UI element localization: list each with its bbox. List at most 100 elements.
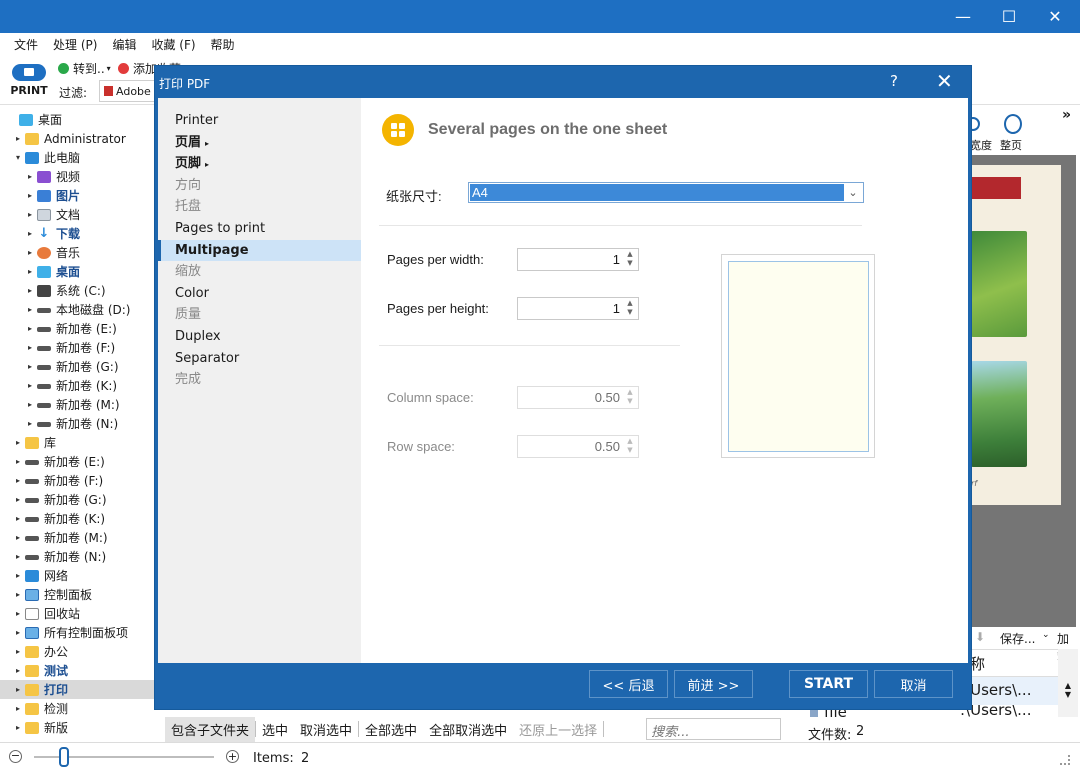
tree-item[interactable]: ▸ 音乐 xyxy=(0,243,154,262)
expand-arrow-icon[interactable]: ▸ xyxy=(25,229,35,238)
tree-item[interactable]: ▸ 打印 xyxy=(0,680,154,699)
nav-item[interactable]: Separator xyxy=(158,348,361,369)
expand-arrow-icon[interactable]: ▸ xyxy=(25,267,35,276)
tree-item[interactable]: ▸ 新加卷 (M:) xyxy=(0,395,154,414)
fit-width-label[interactable]: 宽度 xyxy=(970,137,992,153)
expand-arrow-icon[interactable]: ▸ xyxy=(13,571,23,580)
nav-item[interactable]: Duplex xyxy=(158,326,361,347)
include-subfolders-toggle[interactable]: 包含子文件夹 xyxy=(165,716,256,742)
tree-item[interactable]: ▸ 检测 xyxy=(0,699,154,718)
next-button[interactable]: 前进 >> xyxy=(674,670,753,698)
tree-item[interactable]: ▸ 文档 xyxy=(0,205,154,224)
maximize-button[interactable]: ☐ xyxy=(986,0,1032,33)
full-page-icon[interactable] xyxy=(1004,114,1022,134)
nav-item[interactable]: Multipage xyxy=(158,239,361,261)
expand-arrow-icon[interactable]: ▸ xyxy=(25,286,35,295)
nav-item[interactable]: 托盘 xyxy=(158,196,361,217)
goto-button[interactable]: 转到.. ▾ xyxy=(58,60,111,77)
more-tools-button[interactable]: » xyxy=(1062,107,1071,123)
expand-arrow-icon[interactable]: ▸ xyxy=(25,419,35,428)
expand-arrow-icon[interactable]: ▸ xyxy=(13,685,23,694)
expand-arrow-icon[interactable]: ▸ xyxy=(13,628,23,637)
column-space-stepper[interactable]: 0.50 ▲ ▼ xyxy=(517,386,639,409)
tree-item[interactable]: ▾ 此电脑 xyxy=(0,148,154,167)
spinner-arrows-icon[interactable]: ▲ ▼ xyxy=(624,437,636,456)
spinner-arrows-icon[interactable]: ▲ ▼ xyxy=(624,299,636,318)
scroll-up-icon[interactable]: ▲ xyxy=(1058,681,1078,690)
expand-arrow-icon[interactable]: ▸ xyxy=(25,248,35,257)
tree-item[interactable]: ▸ 新加卷 (N:) xyxy=(0,414,154,433)
tree-item[interactable]: ▸ 系统 (C:) xyxy=(0,281,154,300)
tree-item[interactable]: ▸ ↓ 下载 xyxy=(0,224,154,243)
tree-item[interactable]: 桌面 xyxy=(0,110,154,129)
save-button[interactable]: 保存... xyxy=(1000,630,1035,647)
pages-per-height-stepper[interactable]: 1 ▲ ▼ xyxy=(517,297,639,320)
deselect-button[interactable]: 取消选中 xyxy=(294,720,358,739)
cancel-button[interactable]: 取消 xyxy=(874,670,953,698)
tree-item[interactable]: ▸ 桌面 xyxy=(0,262,154,281)
nav-item[interactable]: 缩放 xyxy=(158,261,361,282)
tree-item[interactable]: ▸ 新加卷 (K:) xyxy=(0,509,154,528)
expand-arrow-icon[interactable]: ▸ xyxy=(25,343,35,352)
tree-item[interactable]: ▸ 新加卷 (N:) xyxy=(0,547,154,566)
menu-process[interactable]: 处理 (P) xyxy=(53,36,97,53)
expand-arrow-icon[interactable]: ▸ xyxy=(25,400,35,409)
tree-item[interactable]: ▸ 网络 xyxy=(0,566,154,585)
menu-edit[interactable]: 编辑 xyxy=(112,36,136,53)
tree-item[interactable]: ▸ 新加卷 (G:) xyxy=(0,357,154,376)
close-button[interactable]: ✕ xyxy=(1032,0,1078,33)
tree-item[interactable]: ▸ 新加卷 (E:) xyxy=(0,319,154,338)
expand-arrow-icon[interactable]: ▸ xyxy=(13,723,23,732)
expand-arrow-icon[interactable]: ▸ xyxy=(25,172,35,181)
column-header-name[interactable]: 称 xyxy=(960,649,1058,677)
tree-item[interactable]: ▸ 所有控制面板项 xyxy=(0,623,154,642)
tree-item[interactable]: ▸ 视频 xyxy=(0,167,154,186)
expand-arrow-icon[interactable]: ▸ xyxy=(25,324,35,333)
tree-item[interactable]: ▸ 图片 xyxy=(0,186,154,205)
spinner-arrows-icon[interactable]: ▲ ▼ xyxy=(624,250,636,269)
start-button[interactable]: START xyxy=(789,670,868,698)
expand-arrow-icon[interactable]: ▸ xyxy=(13,134,23,143)
table-row[interactable]: :\Users\... xyxy=(960,705,1058,717)
vertical-scrollbar[interactable]: ▲ ▼ xyxy=(1058,649,1078,717)
tree-item[interactable]: ▸ 新版 xyxy=(0,718,154,737)
deselect-all-button[interactable]: 全部取消选中 xyxy=(423,720,513,739)
window-title-bar[interactable]: — ☐ ✕ xyxy=(0,0,1080,33)
tree-item[interactable]: ▸ 新加卷 (E:) xyxy=(0,452,154,471)
tree-item[interactable]: ▸ Administrator xyxy=(0,129,154,148)
zoom-in-icon[interactable]: + xyxy=(226,750,239,763)
chevron-down-icon[interactable]: ⌄ xyxy=(1042,630,1050,640)
tree-item[interactable]: ▸ 测试 xyxy=(0,661,154,680)
expand-arrow-icon[interactable]: ▸ xyxy=(13,647,23,656)
full-page-label[interactable]: 整页 xyxy=(1000,137,1022,153)
expand-arrow-icon[interactable]: ▸ xyxy=(13,438,23,447)
menu-file[interactable]: 文件 xyxy=(14,36,38,53)
restore-selection-button[interactable]: 还原上一选择 xyxy=(513,720,603,739)
expanded-arrow-icon[interactable]: ▾ xyxy=(13,153,23,162)
tree-item[interactable]: ▸ 控制面板 xyxy=(0,585,154,604)
spinner-arrows-icon[interactable]: ▲ ▼ xyxy=(624,388,636,407)
expand-arrow-icon[interactable]: ▸ xyxy=(25,191,35,200)
paper-size-select[interactable]: A4 ⌄ xyxy=(468,182,864,203)
nav-item[interactable]: Pages to print xyxy=(158,218,361,239)
minimize-button[interactable]: — xyxy=(940,0,986,33)
tree-item[interactable]: ▸ 回收站 xyxy=(0,604,154,623)
expand-arrow-icon[interactable]: ▸ xyxy=(13,590,23,599)
nav-item[interactable]: Printer xyxy=(158,110,361,131)
dialog-close-button[interactable]: ✕ xyxy=(936,69,953,93)
resize-grip-icon[interactable] xyxy=(1060,755,1070,765)
nav-item[interactable]: 页眉 ▸ xyxy=(158,132,361,153)
zoom-out-icon[interactable]: − xyxy=(9,750,22,763)
expand-arrow-icon[interactable]: ▸ xyxy=(13,533,23,542)
expand-arrow-icon[interactable]: ▸ xyxy=(25,362,35,371)
nav-item[interactable]: 完成 xyxy=(158,369,361,390)
expand-arrow-icon[interactable]: ▸ xyxy=(13,704,23,713)
help-icon[interactable]: ? xyxy=(890,72,898,90)
table-row[interactable]: :\Users\... xyxy=(960,677,1058,705)
tree-item[interactable]: ▸ 办公 xyxy=(0,642,154,661)
tree-item[interactable]: ▸ 新加卷 (K:) xyxy=(0,376,154,395)
expand-arrow-icon[interactable]: ▸ xyxy=(13,609,23,618)
row-space-stepper[interactable]: 0.50 ▲ ▼ xyxy=(517,435,639,458)
nav-item[interactable]: Color xyxy=(158,283,361,304)
nav-item[interactable]: 页脚 ▸ xyxy=(158,153,361,174)
